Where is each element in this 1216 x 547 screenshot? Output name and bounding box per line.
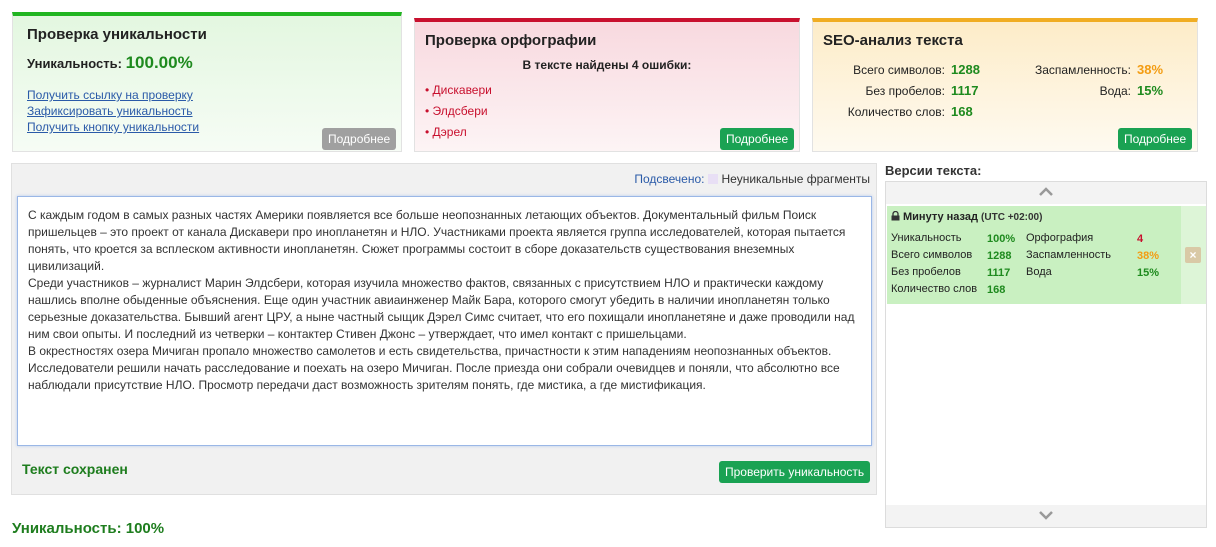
version-item[interactable]: Минуту назад (UTC +02:00) Уникальность 1…: [887, 206, 1181, 304]
seo-no-spaces: Без пробелов: 1117: [865, 83, 979, 98]
check-uniqueness-button[interactable]: Проверить уникальность: [719, 461, 871, 483]
uniqueness-more-button[interactable]: Подробнее: [322, 128, 397, 150]
uniqueness-links: Получить ссылку на проверку Зафиксироват…: [27, 87, 199, 135]
chevron-up-icon: [1039, 187, 1053, 196]
version-water-value: 15%: [1137, 267, 1160, 279]
versions-title: Версии текста:: [885, 163, 982, 178]
text-paragraph: С каждым годом в самых разных частях Аме…: [28, 208, 846, 273]
highlight-legend: Подсвечено: Неуникальные фрагменты: [634, 172, 870, 186]
uniqueness-value: 100.00%: [125, 53, 193, 72]
seo-water: Вода: 15%: [1099, 83, 1164, 98]
seo-word-count: Количество слов: 168: [847, 104, 973, 119]
versions-scroll-down[interactable]: [886, 505, 1206, 527]
version-words-value: 168: [987, 284, 1006, 296]
spelling-error-item[interactable]: • Дискавери: [425, 80, 492, 101]
close-icon[interactable]: ×: [1185, 247, 1201, 263]
versions-scroll-up[interactable]: [886, 182, 1206, 204]
highlight-legend-text: Неуникальные фрагменты: [721, 172, 870, 186]
editor-area: Подсвечено: Неуникальные фрагменты С кажд…: [11, 163, 877, 495]
highlight-swatch: [708, 174, 719, 184]
version-spam-label: Заспамленность: [1026, 249, 1111, 261]
link-fix-uniqueness[interactable]: Зафиксировать уникальность: [27, 104, 193, 118]
spelling-error-item[interactable]: • Дэрел: [425, 122, 492, 143]
version-total-value: 1288: [987, 250, 1012, 262]
version-nospace-value: 1117: [987, 267, 1011, 279]
uniqueness-summary: Уникальность: 100.00%: [27, 53, 193, 73]
text-editor[interactable]: С каждым годом в самых разных частях Аме…: [17, 196, 872, 446]
lock-icon: [891, 210, 900, 221]
version-timezone: (UTC +02:00): [981, 212, 1043, 223]
chevron-down-icon: [1039, 511, 1053, 520]
spelling-panel: Проверка орфографии В тексте найдены 4 о…: [414, 18, 800, 152]
seo-total-chars: Всего символов: 1288: [853, 62, 980, 77]
version-spam-value: 38%: [1137, 250, 1160, 262]
version-uniq-value: 100%: [987, 233, 1016, 245]
versions-panel: Минуту назад (UTC +02:00) Уникальность 1…: [885, 181, 1207, 528]
spelling-error-item[interactable]: • Элдсбери: [425, 101, 492, 122]
uniqueness-title: Проверка уникальности: [27, 26, 207, 43]
text-paragraph: Среди участников – журналист Марин Элдсб…: [28, 276, 855, 341]
spelling-more-button[interactable]: Подробнее: [720, 128, 795, 150]
version-spelling-label: Орфография: [1026, 232, 1094, 244]
spelling-title: Проверка орфографии: [425, 32, 597, 49]
uniqueness-panel: Проверка уникальности Уникальность: 100.…: [12, 12, 402, 152]
text-paragraph: В окрестностях озера Мичиган пропало мно…: [28, 344, 840, 392]
spelling-error-list: • Дискавери • Элдсбери • Дэрел: [425, 80, 492, 143]
version-water-label: Вода: [1026, 266, 1052, 278]
link-get-button[interactable]: Получить кнопку уникальности: [27, 120, 199, 134]
version-time: Минуту назад: [903, 211, 978, 223]
seo-title: SEO-анализ текста: [823, 32, 963, 49]
seo-more-button[interactable]: Подробнее: [1118, 128, 1193, 150]
saved-status: Текст сохранен: [22, 461, 128, 477]
uniqueness-label: Уникальность:: [27, 56, 122, 71]
seo-panel: SEO-анализ текста Всего символов: 1288 Бе…: [812, 18, 1198, 152]
link-get-check[interactable]: Получить ссылку на проверку: [27, 88, 193, 102]
version-total-label: Всего символов: [891, 249, 973, 261]
seo-spam: Заспамленность: 38%: [1034, 62, 1164, 77]
highlight-label: Подсвечено:: [634, 172, 705, 186]
version-words-label: Количество слов: [891, 283, 978, 295]
version-uniq-label: Уникальность: [891, 232, 962, 244]
version-nospace-label: Без пробелов: [891, 266, 961, 278]
version-header: Минуту назад (UTC +02:00): [891, 210, 1043, 223]
bottom-uniqueness: Уникальность: 100%: [12, 520, 165, 537]
spelling-summary: В тексте найдены 4 ошибки:: [522, 58, 692, 72]
version-spelling-value: 4: [1137, 233, 1144, 245]
